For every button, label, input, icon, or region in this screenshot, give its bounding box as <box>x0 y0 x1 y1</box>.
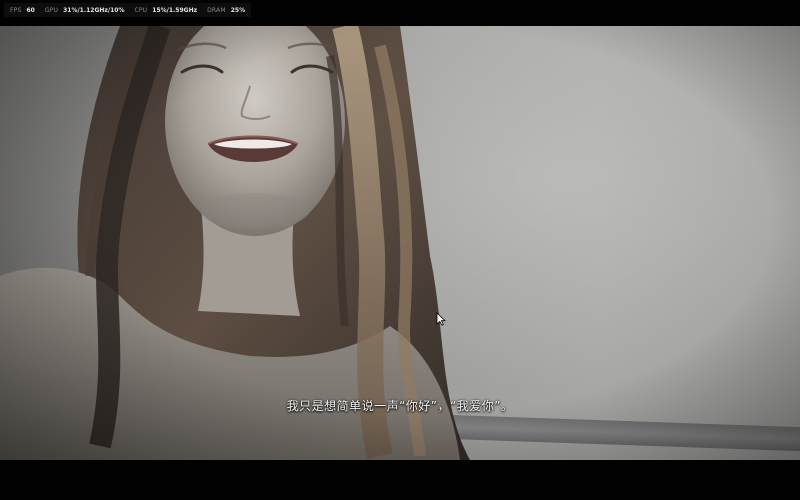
dram-label: DRAM <box>207 6 226 14</box>
fps-label: FPS <box>10 6 22 14</box>
performance-overlay: FPS 60 GPU 31%/1.12GHz/10% CPU 15%/1.59G… <box>4 3 252 17</box>
gpu-value: 31%/1.12GHz/10% <box>63 6 125 14</box>
cpu-value: 15%/1.59GHz <box>152 6 198 14</box>
character-portrait <box>0 26 471 460</box>
gpu-label: GPU <box>44 6 59 14</box>
dialogue-subtitle: 我只是想简单说一声“你好”，“我爱你”。 <box>286 399 514 413</box>
cpu-stat: CPU 15%/1.59GHz <box>134 7 197 14</box>
game-screen[interactable]: FPS 60 GPU 31%/1.12GHz/10% CPU 15%/1.59G… <box>0 0 800 500</box>
fps-value: 60 <box>26 6 35 14</box>
fps-stat: FPS 60 <box>10 7 35 14</box>
letterbox-bottom <box>0 460 800 500</box>
cpu-label: CPU <box>134 6 148 14</box>
dram-value: 25% <box>230 6 246 14</box>
game-viewport[interactable] <box>0 26 800 460</box>
gpu-stat: GPU 31%/1.12GHz/10% <box>45 7 125 14</box>
dram-stat: DRAM 25% <box>207 7 245 14</box>
arrow-cursor-icon <box>436 312 446 326</box>
